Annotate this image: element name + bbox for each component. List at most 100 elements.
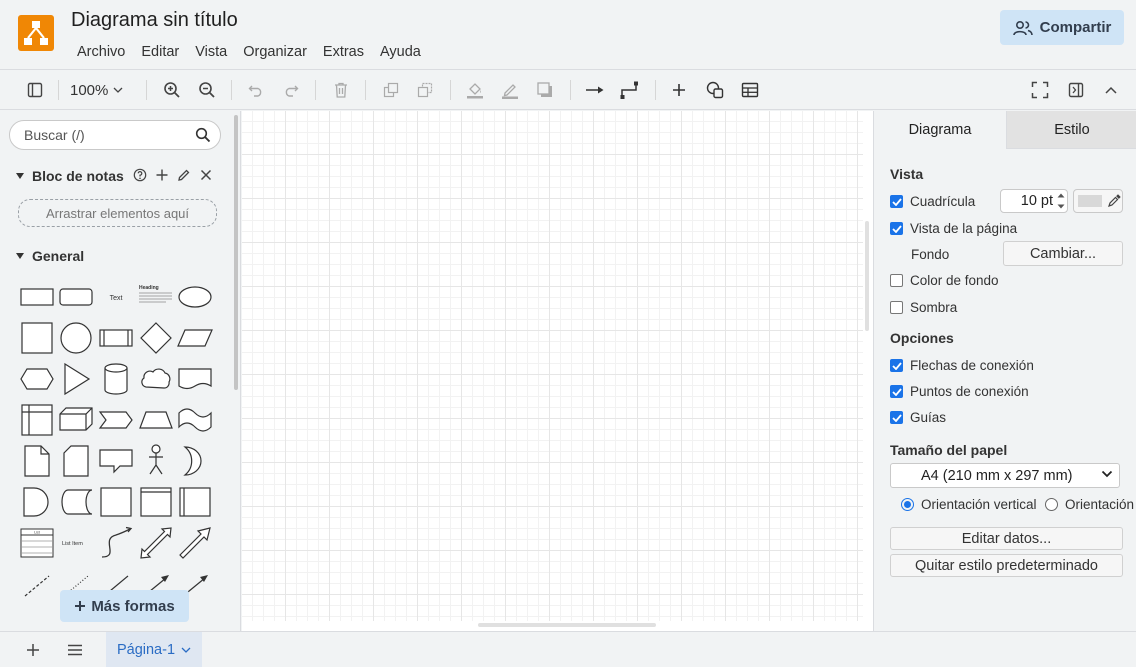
help-icon[interactable] [133, 168, 147, 182]
add-icon[interactable] [155, 168, 169, 182]
page-view-checkbox[interactable] [890, 222, 903, 235]
shadow-button[interactable] [533, 78, 557, 102]
connection-points-option[interactable]: Puntos de conexión [890, 384, 1029, 399]
shape-textbox[interactable]: Heading [136, 277, 176, 317]
shape-arrow[interactable] [175, 523, 215, 563]
undo-button[interactable] [244, 78, 268, 102]
shape-card[interactable] [56, 441, 96, 481]
shape-text[interactable]: Text [96, 277, 136, 317]
shape-or[interactable] [175, 441, 215, 481]
shape-circle[interactable] [56, 318, 96, 358]
guides-option[interactable]: Guías [890, 410, 946, 425]
shape-triangle[interactable] [56, 359, 96, 399]
connection-points-checkbox[interactable] [890, 385, 903, 398]
page-tab[interactable]: Página-1 [106, 632, 202, 667]
table-button[interactable] [738, 78, 762, 102]
menu-extras[interactable]: Extras [315, 42, 372, 62]
shape-rectangle[interactable] [17, 277, 57, 317]
landscape-radio[interactable] [1045, 498, 1058, 511]
shape-stored-data[interactable] [56, 482, 96, 522]
grid-color-picker[interactable] [1073, 189, 1123, 213]
pages-menu-button[interactable] [63, 638, 87, 662]
orientation-portrait-option[interactable]: Orientación vertical [901, 497, 1037, 512]
shape-document[interactable] [175, 359, 215, 399]
connection-arrows-option[interactable]: Flechas de conexión [890, 358, 1034, 373]
zoom-in-button[interactable] [160, 78, 184, 102]
search-input[interactable] [22, 126, 192, 144]
shape-list[interactable]: List [17, 523, 57, 563]
scratchpad-drop-zone[interactable]: Arrastrar elementos aquí [18, 199, 217, 227]
guides-checkbox[interactable] [890, 411, 903, 424]
shape-dashed-line[interactable] [17, 564, 57, 604]
zoom-out-button[interactable] [195, 78, 219, 102]
menu-ayuda[interactable]: Ayuda [372, 42, 429, 62]
document-title[interactable]: Diagrama sin título [71, 9, 238, 32]
edit-data-button[interactable]: Editar datos... [890, 527, 1123, 550]
add-page-button[interactable] [21, 638, 45, 662]
share-button[interactable]: Compartir [1000, 10, 1124, 45]
shape-square[interactable] [17, 318, 57, 358]
grid-option[interactable]: Cuadrícula [890, 194, 975, 209]
grid-checkbox[interactable] [890, 195, 903, 208]
general-section-header[interactable]: General [16, 248, 84, 264]
menu-vista[interactable]: Vista [187, 42, 235, 62]
paper-size-select[interactable]: A4 (210 mm x 297 mm) [890, 463, 1120, 488]
sidebar-scrollbar[interactable] [234, 115, 238, 390]
tab-estilo[interactable]: Estilo [1006, 111, 1136, 149]
grid-size-spinner[interactable] [1054, 190, 1067, 212]
tab-diagrama[interactable]: Diagrama [874, 111, 1006, 149]
connection-button[interactable] [583, 78, 607, 102]
insert-button[interactable] [667, 78, 691, 102]
fill-color-button[interactable] [463, 78, 487, 102]
shape-list-item[interactable]: List Item [56, 523, 96, 563]
shape-diamond[interactable] [136, 318, 176, 358]
background-color-checkbox[interactable] [890, 274, 903, 287]
canvas-grid[interactable] [242, 111, 863, 621]
change-background-button[interactable]: Cambiar... [1003, 241, 1123, 266]
diagram-canvas[interactable] [242, 111, 873, 631]
shape-rounded-rectangle[interactable] [56, 277, 96, 317]
connection-arrows-checkbox[interactable] [890, 359, 903, 372]
shape-hexagon[interactable] [17, 359, 57, 399]
line-color-button[interactable] [498, 78, 522, 102]
canvas-horizontal-scrollbar[interactable] [478, 623, 656, 627]
shadow-checkbox[interactable] [890, 301, 903, 314]
shape-container[interactable] [136, 482, 176, 522]
fullscreen-button[interactable] [1028, 78, 1052, 102]
shape-internal-storage[interactable] [17, 400, 57, 440]
edit-icon[interactable] [177, 168, 191, 182]
scratchpad-header[interactable]: Bloc de notas [16, 168, 124, 184]
shape-parallelogram[interactable] [175, 318, 215, 358]
collapse-toolbar-button[interactable] [1099, 78, 1123, 102]
orientation-landscape-option[interactable]: Orientación [1045, 497, 1134, 512]
shape-trapezoid[interactable] [136, 400, 176, 440]
shape-cylinder[interactable] [96, 359, 136, 399]
background-color-option[interactable]: Color de fondo [890, 273, 999, 288]
close-icon[interactable] [199, 168, 213, 182]
shape-step[interactable] [96, 400, 136, 440]
shape-curve[interactable] [96, 523, 136, 563]
sidebar-toggle-button[interactable] [23, 78, 47, 102]
shape-cube[interactable] [56, 400, 96, 440]
menu-editar[interactable]: Editar [133, 42, 187, 62]
shape-bidirectional-arrow[interactable] [136, 523, 176, 563]
menu-organizar[interactable]: Organizar [235, 42, 315, 62]
chevron-down-icon[interactable] [181, 647, 191, 653]
spinner-up-icon[interactable] [1057, 193, 1065, 198]
shape-note[interactable] [17, 441, 57, 481]
menu-archivo[interactable]: Archivo [69, 42, 133, 62]
canvas-vertical-scrollbar[interactable] [865, 221, 869, 331]
shapes-button[interactable] [703, 78, 727, 102]
shape-callout[interactable] [96, 441, 136, 481]
shape-delay[interactable] [17, 482, 57, 522]
page-view-option[interactable]: Vista de la página [890, 221, 1017, 236]
portrait-radio[interactable] [901, 498, 914, 511]
shape-frame[interactable] [96, 482, 136, 522]
shape-ellipse[interactable] [175, 277, 215, 317]
drawio-logo[interactable] [18, 15, 54, 51]
waypoints-button[interactable] [618, 78, 642, 102]
shadow-option[interactable]: Sombra [890, 300, 957, 315]
clear-default-style-button[interactable]: Quitar estilo predeterminado [890, 554, 1123, 577]
shape-tape[interactable] [175, 400, 215, 440]
zoom-dropdown[interactable]: 100% [70, 79, 123, 101]
